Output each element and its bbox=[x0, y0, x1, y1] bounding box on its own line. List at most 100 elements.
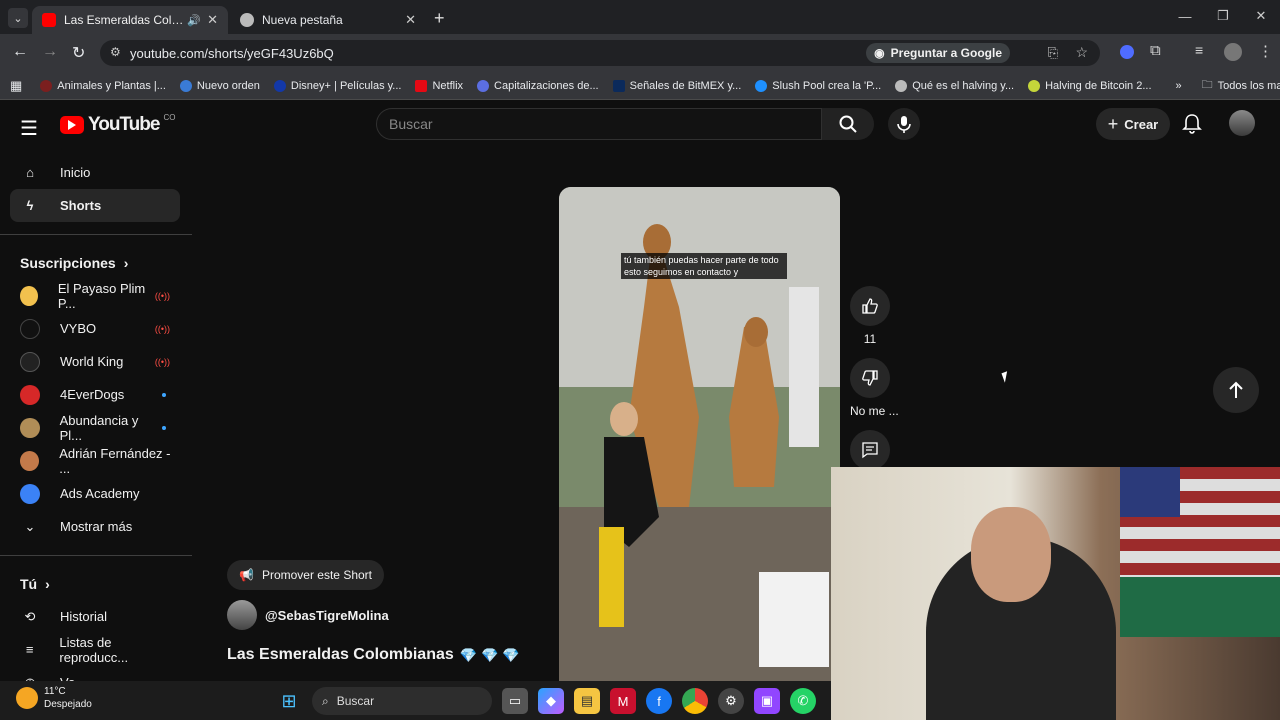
sidebar-item-home[interactable]: ⌂ Inicio bbox=[10, 156, 180, 189]
whatsapp-icon[interactable]: ✆ bbox=[790, 688, 816, 714]
short-video-player[interactable]: tú también puedas hacer parte de todo es… bbox=[559, 187, 840, 687]
bookmark-item[interactable]: Slush Pool crea la 'P... bbox=[755, 79, 881, 92]
url-text: youtube.com/shorts/yeGF43Uz6bQ bbox=[130, 45, 334, 61]
bookmark-item[interactable]: Señales de BitMEX y... bbox=[612, 79, 741, 92]
copilot-icon[interactable]: ◆ bbox=[538, 688, 564, 714]
file-explorer-icon[interactable]: ▤ bbox=[574, 688, 600, 714]
extension-icon[interactable] bbox=[1120, 45, 1134, 59]
ask-google-button[interactable]: ◉ Preguntar a Google bbox=[866, 43, 1010, 63]
promote-short-button[interactable]: 📢 Promover este Short bbox=[227, 560, 384, 590]
youtube-favicon-icon bbox=[42, 13, 56, 27]
comments-button[interactable] bbox=[850, 430, 890, 470]
sidebar-item-subscription[interactable]: 4EverDogs bbox=[10, 378, 180, 411]
reload-icon[interactable]: ↻ bbox=[72, 43, 85, 63]
apps-grid-icon[interactable]: ▦ bbox=[10, 78, 22, 94]
sidebar-item-history[interactable]: ⟲ Historial bbox=[10, 600, 180, 633]
new-content-dot bbox=[162, 425, 166, 430]
twitch-studio-icon[interactable]: ▣ bbox=[754, 688, 780, 714]
chrome-menu-icon[interactable]: ⋮ bbox=[1258, 42, 1273, 60]
sidebar-item-shorts[interactable]: ϟ Shorts bbox=[10, 189, 180, 222]
account-avatar[interactable] bbox=[1229, 110, 1255, 136]
sidebar-item-subscription[interactable]: Abundancia y Pl... bbox=[10, 411, 180, 444]
divider bbox=[0, 555, 192, 556]
profile-avatar-icon[interactable] bbox=[1224, 43, 1242, 61]
media-control-icon[interactable]: ≡ bbox=[1195, 42, 1203, 58]
previous-short-button[interactable] bbox=[1213, 367, 1259, 413]
you-header[interactable]: Tú › bbox=[0, 568, 192, 600]
shorts-icon: ϟ bbox=[26, 198, 34, 213]
show-more-button[interactable]: ⌄ Mostrar más bbox=[10, 510, 180, 543]
tab-youtube[interactable]: Las Esmeraldas Colombianas 🔊 ✕ bbox=[32, 6, 228, 34]
puzzle-extensions-icon[interactable]: ⧉ bbox=[1150, 42, 1161, 59]
voice-search-button[interactable] bbox=[888, 108, 920, 140]
chevron-right-icon: › bbox=[45, 576, 50, 592]
windows-taskbar: 11°C Despejado ⊞ ⌕ Buscar ▭ ◆ ▤ M f ⚙ ▣ … bbox=[0, 681, 831, 720]
forward-arrow-icon[interactable]: → bbox=[42, 43, 58, 61]
bookmark-item[interactable]: Qué es el halving y... bbox=[895, 79, 1014, 92]
address-bar[interactable]: ⚙ youtube.com/shorts/yeGF43Uz6bQ ◉ Pregu… bbox=[100, 40, 1100, 66]
steam-icon[interactable]: ⚙ bbox=[718, 688, 744, 714]
channel-avatar bbox=[20, 285, 38, 306]
bookmark-star-icon[interactable]: ☆ bbox=[1075, 44, 1088, 61]
close-window-icon[interactable]: ✕ bbox=[1242, 0, 1280, 32]
create-button[interactable]: + Crear bbox=[1096, 108, 1170, 140]
youtube-logo[interactable]: YouTube CO bbox=[60, 113, 175, 136]
new-tab-plus-icon[interactable]: + bbox=[434, 8, 445, 29]
sidebar-item-subscription[interactable]: El Payaso Plim P... ((•)) bbox=[10, 279, 180, 312]
notifications-bell-icon[interactable] bbox=[1182, 113, 1202, 135]
sidebar-item-subscription[interactable]: World King ((•)) bbox=[10, 345, 180, 378]
search-icon: ⌕ bbox=[322, 693, 329, 708]
site-info-icon[interactable]: ⚙ bbox=[110, 45, 121, 59]
dislike-button[interactable] bbox=[850, 358, 890, 398]
bookmark-favicon-icon bbox=[415, 79, 428, 92]
dislike-label: No me ... bbox=[850, 404, 899, 418]
chrome-favicon-icon bbox=[240, 13, 254, 27]
bookmark-favicon-icon bbox=[895, 79, 908, 92]
tab-search-icon[interactable]: ⌄ bbox=[8, 8, 28, 28]
search-button[interactable] bbox=[822, 108, 874, 140]
all-bookmarks-folder[interactable]: 🗀Todos los marcadores bbox=[1202, 76, 1280, 95]
like-count: 11 bbox=[863, 332, 877, 346]
comment-icon bbox=[862, 442, 878, 459]
bookmark-item[interactable]: Nuevo orden bbox=[179, 79, 260, 92]
bookmark-item[interactable]: Halving de Bitcoin 2... bbox=[1028, 79, 1152, 92]
back-arrow-icon[interactable]: ← bbox=[12, 43, 28, 61]
install-app-icon[interactable]: ⎘ bbox=[1048, 45, 1058, 61]
windows-start-icon[interactable]: ⊞ bbox=[276, 688, 302, 714]
chrome-icon[interactable] bbox=[682, 688, 708, 714]
sidebar-item-subscription[interactable]: Ads Academy bbox=[10, 477, 180, 510]
mcafee-icon[interactable]: M bbox=[610, 688, 636, 714]
close-tab-icon[interactable]: ✕ bbox=[207, 12, 218, 28]
sidebar-item-subscription[interactable]: VYBO ((•)) bbox=[10, 312, 180, 345]
more-bookmarks-icon[interactable]: » bbox=[1176, 80, 1182, 92]
like-button[interactable] bbox=[850, 286, 890, 326]
maximize-icon[interactable]: ❐ bbox=[1204, 0, 1242, 32]
bookmark-item[interactable]: Disney+ | Películas y... bbox=[273, 79, 401, 92]
bookmark-item[interactable]: Animales y Plantas |... bbox=[40, 79, 166, 92]
sidebar-item-subscription[interactable]: Adrián Fernández - ... bbox=[10, 444, 180, 477]
sidebar-item-playlists[interactable]: ≡ Listas de reproducc... bbox=[10, 633, 180, 666]
speaker-icon[interactable]: 🔊 bbox=[187, 14, 201, 27]
search-input[interactable]: Buscar bbox=[376, 108, 822, 140]
live-icon: ((•)) bbox=[154, 356, 170, 367]
sidebar: ⌂ Inicio ϟ Shorts Suscripciones › El Pay… bbox=[0, 156, 192, 699]
bookmark-item[interactable]: Capitalizaciones de... bbox=[477, 79, 599, 92]
bookmark-favicon-icon bbox=[1028, 79, 1041, 92]
lens-icon: ◉ bbox=[874, 46, 885, 60]
tab-title: Nueva pestaña bbox=[262, 13, 343, 27]
taskbar-search[interactable]: ⌕ Buscar bbox=[312, 687, 492, 715]
channel-info[interactable]: @SebasTigreMolina bbox=[227, 600, 389, 630]
bookmark-item[interactable]: Netflix bbox=[415, 79, 463, 92]
hamburger-menu-icon[interactable]: ☰ bbox=[20, 116, 38, 141]
bookmark-favicon-icon bbox=[755, 79, 768, 92]
weather-widget[interactable]: 11°C Despejado bbox=[16, 685, 92, 711]
minimize-icon[interactable]: — bbox=[1166, 0, 1204, 32]
facebook-icon[interactable]: f bbox=[646, 688, 672, 714]
subscriptions-header[interactable]: Suscripciones › bbox=[0, 247, 192, 279]
browser-toolbar: ← → ↻ ⚙ youtube.com/shorts/yeGF43Uz6bQ ◉… bbox=[0, 34, 1280, 72]
tab-new[interactable]: Nueva pestaña ✕ bbox=[230, 6, 426, 34]
divider bbox=[0, 234, 192, 235]
video-caption: tú también puedas hacer parte de todo es… bbox=[621, 253, 787, 279]
close-tab-icon[interactable]: ✕ bbox=[405, 12, 416, 28]
task-view-icon[interactable]: ▭ bbox=[502, 688, 528, 714]
